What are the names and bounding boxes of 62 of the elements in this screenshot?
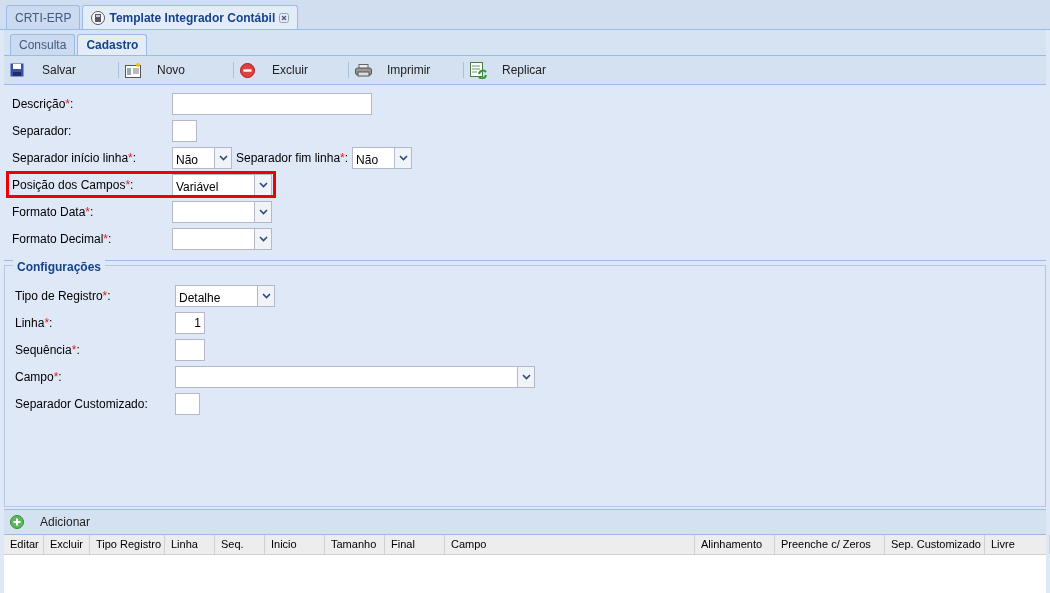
field-label: Separador fim linha*: — [235, 149, 350, 167]
sub-tab[interactable]: Consulta — [10, 34, 76, 55]
column-header[interactable]: Linha — [165, 535, 215, 554]
combo-box[interactable] — [175, 365, 535, 388]
add-button[interactable]: Adicionar — [10, 513, 91, 531]
no-entry-icon — [240, 62, 255, 78]
column-header[interactable]: Seq. — [215, 535, 265, 554]
toolbar-button[interactable]: Salvar — [10, 59, 112, 81]
column-header[interactable]: Editar — [4, 535, 44, 554]
chevron-down-icon — [394, 147, 412, 168]
field-label: Tipo de Registro*: — [15, 287, 112, 305]
toolbar-button[interactable]: Excluir — [240, 59, 342, 81]
combo-box[interactable]: Não — [172, 146, 232, 169]
combo-box[interactable]: Não — [352, 146, 413, 169]
column-header[interactable]: Final — [385, 535, 445, 554]
calculator-icon — [91, 10, 106, 25]
field-label: Descrição*: — [11, 95, 75, 113]
combo-box[interactable]: Detalhe — [175, 284, 275, 307]
section-title: Configurações — [13, 258, 105, 276]
field-label: Formato Decimal*: — [11, 230, 113, 248]
field-label: Sequência*: — [15, 341, 81, 359]
toolbar-button[interactable]: Novo — [125, 59, 227, 81]
app-tab[interactable]: Template Integrador Contábil — [82, 5, 299, 29]
column-header[interactable]: Inicio — [265, 535, 325, 554]
chevron-down-icon — [254, 201, 271, 222]
document-icon — [125, 62, 142, 78]
field-label: Posição dos Campos*: — [11, 176, 135, 194]
field-label: Separador início linha*: — [11, 149, 138, 167]
combo-box[interactable] — [172, 227, 272, 250]
toolbar-button[interactable]: Replicar — [470, 59, 572, 81]
column-header[interactable]: Preenche c/ Zeros — [775, 535, 885, 554]
column-header[interactable]: Tipo Registro — [90, 535, 165, 554]
input-field[interactable] — [175, 338, 205, 361]
combo-box[interactable] — [172, 200, 272, 223]
column-header[interactable]: Tamanho — [325, 535, 385, 554]
field-label: Campo*: — [15, 368, 63, 386]
sub-tab[interactable]: Cadastro — [77, 34, 148, 55]
column-header[interactable]: Sep. Customizado — [885, 535, 985, 554]
column-header[interactable]: Livre — [985, 535, 1050, 554]
sheet-refresh-icon — [470, 61, 487, 79]
input-field[interactable] — [175, 392, 200, 415]
input-field[interactable]: 1 — [175, 311, 205, 334]
toolbar-button[interactable]: Imprimir — [355, 59, 457, 81]
chevron-down-icon — [214, 147, 231, 168]
chevron-down-icon — [257, 285, 274, 306]
close-icon[interactable] — [279, 12, 290, 23]
input-field[interactable] — [172, 92, 372, 115]
column-header[interactable]: Excluir — [44, 535, 90, 554]
chevron-down-icon — [254, 174, 271, 195]
field-label: Formato Data*: — [11, 203, 95, 221]
combo-box[interactable]: Variável — [172, 173, 272, 196]
plus-circle-icon — [10, 515, 24, 529]
column-header[interactable]: Alinhamento — [695, 535, 775, 554]
field-label: Separador Customizado: — [15, 395, 149, 413]
column-header[interactable]: Campo — [445, 535, 695, 554]
chevron-down-icon — [254, 228, 271, 249]
chevron-down-icon — [517, 366, 534, 387]
printer-icon — [355, 63, 372, 77]
field-label: Linha*: — [15, 314, 54, 332]
input-field[interactable] — [172, 119, 197, 142]
app-tab[interactable]: CRTI-ERP — [6, 5, 81, 29]
field-label: Separador: — [11, 122, 73, 140]
